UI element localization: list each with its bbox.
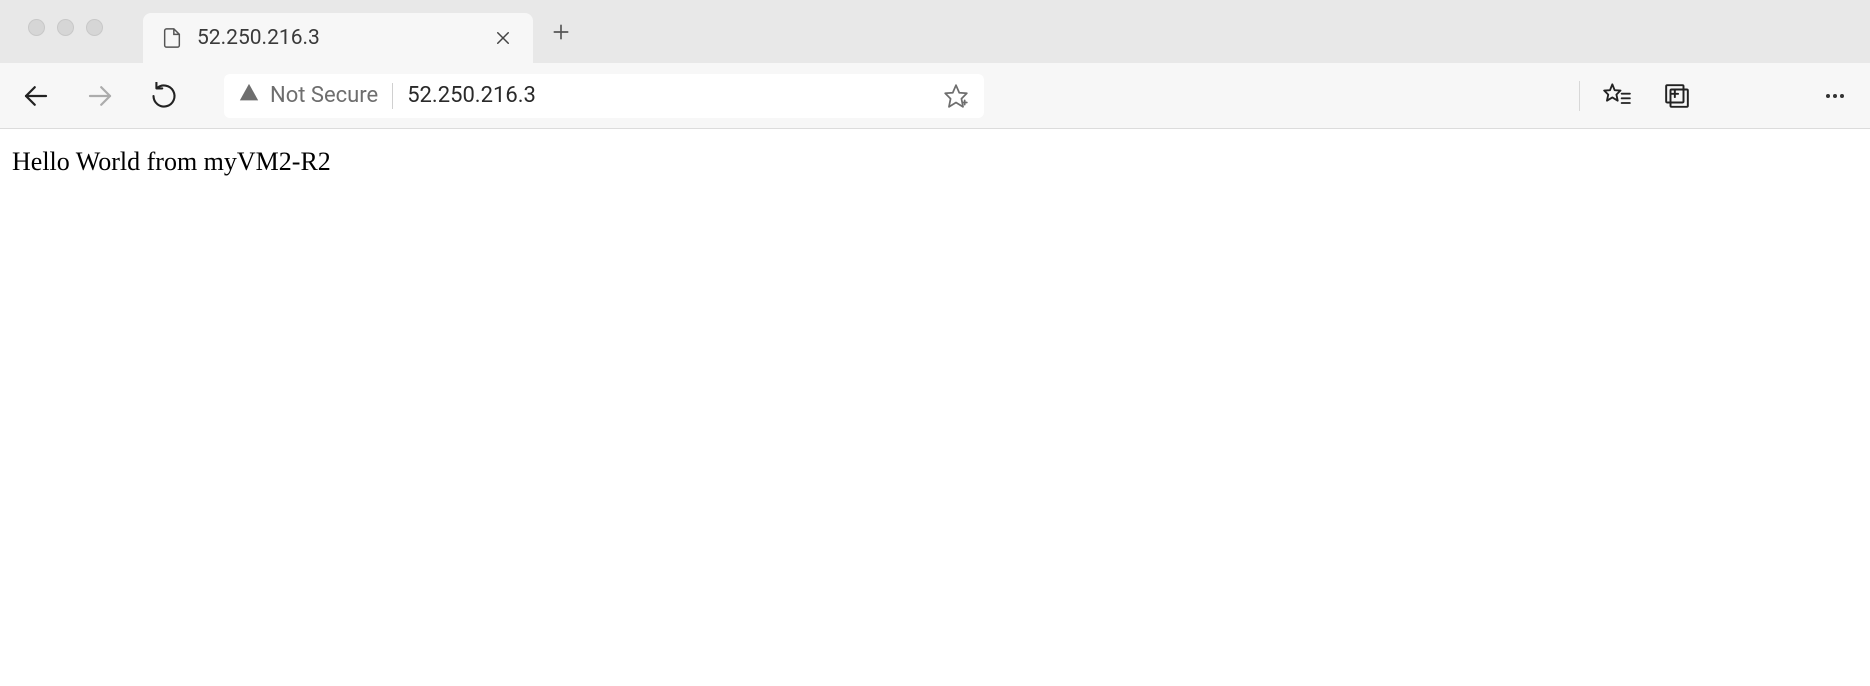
divider [392,83,393,109]
window-minimize-button[interactable] [57,19,74,36]
url-text[interactable]: 52.250.216.3 [407,83,928,108]
settings-button[interactable] [1820,81,1850,111]
window-maximize-button[interactable] [86,19,103,36]
toolbar-actions [1602,81,1692,111]
nav-buttons [20,80,180,112]
tab-strip: 52.250.216.3 [143,0,581,63]
close-tab-button[interactable] [489,24,517,52]
security-label: Not Secure [270,83,378,108]
page-content: Hello World from myVM2-R2 [0,129,1870,195]
browser-tab[interactable]: 52.250.216.3 [143,13,533,63]
new-tab-button[interactable] [541,12,581,52]
page-icon [161,27,183,49]
window-close-button[interactable] [28,19,45,36]
titlebar: 52.250.216.3 [0,0,1870,63]
tab-title: 52.250.216.3 [197,26,475,50]
divider [1579,81,1580,111]
refresh-button[interactable] [148,80,180,112]
favorites-list-button[interactable] [1602,81,1632,111]
toolbar: Not Secure 52.250.216.3 [0,63,1870,129]
address-bar[interactable]: Not Secure 52.250.216.3 [224,74,984,118]
window-controls [28,19,103,36]
page-body-text: Hello World from myVM2-R2 [12,147,331,176]
warning-icon [238,82,260,110]
back-button[interactable] [20,80,52,112]
favorite-button[interactable] [942,82,970,110]
security-badge[interactable]: Not Secure [238,82,378,110]
forward-button[interactable] [84,80,116,112]
collections-button[interactable] [1662,81,1692,111]
